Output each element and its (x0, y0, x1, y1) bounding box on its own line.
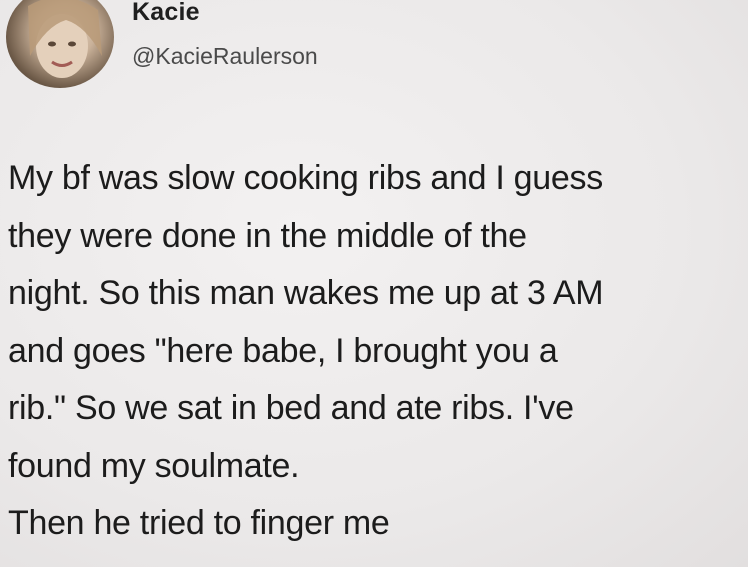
tweet-line: My bf was slow cooking ribs and I guess (8, 159, 603, 197)
tweet-card: Kacie @KacieRaulerson My bf was slow coo… (0, 0, 748, 567)
tweet-line: and goes "here babe, I brought you a (8, 331, 558, 370)
tweet-line: rib." So we sat in bed and ate ribs. I'v… (8, 389, 574, 427)
tweet-line: Then he tried to finger me (8, 504, 390, 542)
avatar-photo-icon (28, 0, 102, 78)
tweet-line: night. So this man wakes me up at 3 AM (8, 274, 604, 312)
avatar[interactable] (6, 0, 114, 88)
tweet-body: My bf was slow cooking ribs and I guess … (8, 150, 748, 553)
tweet-line: found my soulmate. (8, 446, 300, 485)
display-name[interactable]: Kacie (132, 0, 200, 27)
tweet-line: they were done in the middle of the (8, 216, 527, 255)
user-handle[interactable]: @KacieRaulerson (132, 43, 318, 70)
